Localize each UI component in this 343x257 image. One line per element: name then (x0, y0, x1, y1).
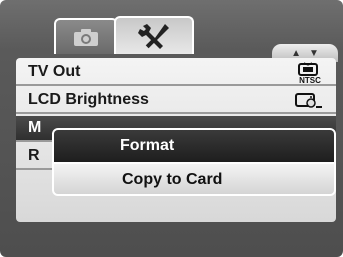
lcd-brightness-icon (294, 90, 324, 112)
menu-item-lcd-brightness[interactable]: LCD Brightness (16, 88, 336, 114)
format-label: Format (120, 137, 175, 154)
ntsc-tv-icon: NTSC (296, 62, 324, 84)
menu-item-label: LCD Brightness (28, 91, 149, 108)
scroll-down-icon: ▼ (309, 47, 319, 59)
menu-item-label: TV Out (28, 63, 81, 80)
scroll-up-icon: ▲ (291, 47, 301, 59)
tab-bar: ▲ ▼ (16, 12, 338, 62)
camera-screen: ▲ ▼ TV Out NTSC LCD Brightness M R Forma… (0, 0, 343, 257)
memory-submenu: Format Copy to Card (52, 128, 336, 196)
menu-item-label: R (28, 147, 40, 164)
menu-item-label: M (28, 119, 42, 136)
camera-icon (74, 29, 98, 46)
svg-text:NTSC: NTSC (299, 76, 321, 84)
menu-item-tv-out[interactable]: TV Out NTSC (16, 60, 336, 86)
copy-to-card-option[interactable]: Copy to Card (54, 164, 334, 194)
wrench-screwdriver-icon (138, 24, 169, 49)
tab-setup[interactable] (114, 16, 194, 54)
format-option[interactable]: Format (54, 130, 334, 162)
copy-to-card-label: Copy to Card (122, 171, 223, 188)
tab-camera[interactable] (54, 18, 118, 54)
